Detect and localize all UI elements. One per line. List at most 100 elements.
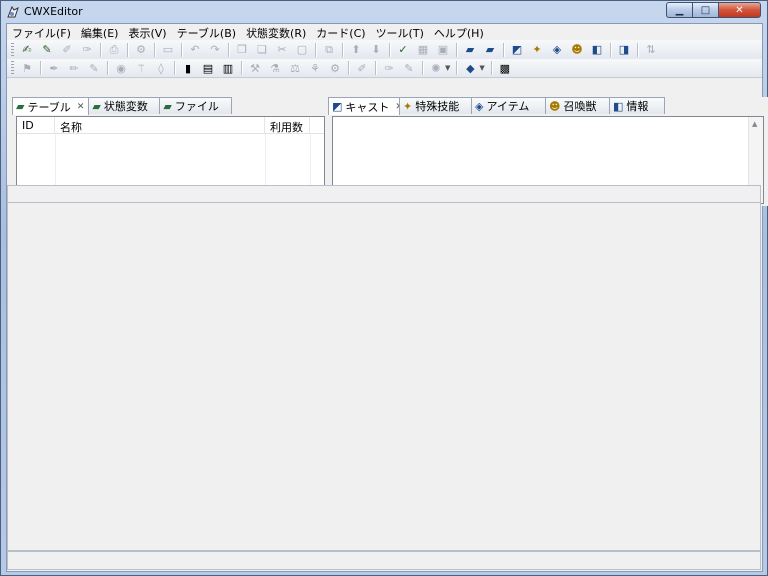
close-icon[interactable]: ✕	[77, 102, 85, 112]
tab-label: キャスト	[345, 100, 390, 114]
toolbar-separator	[228, 42, 229, 57]
feather-icon[interactable]: ✐	[354, 60, 370, 76]
menu-file[interactable]: ファイル(F)	[7, 24, 76, 40]
menu-view[interactable]: 表示(V)	[123, 24, 171, 40]
paste-icon[interactable]: ❏	[254, 42, 270, 58]
undo-icon[interactable]: ↶	[187, 42, 203, 58]
page-icon[interactable]: ▭	[160, 42, 176, 58]
edit-icon[interactable]: ✎	[401, 60, 417, 76]
wand-icon[interactable]: ⚚	[133, 60, 149, 76]
tool-a-icon[interactable]: ⚒	[247, 60, 263, 76]
maximize-button[interactable]: □	[692, 2, 718, 18]
menu-help[interactable]: ヘルプ(H)	[429, 24, 489, 40]
tool-e-icon[interactable]: ⚙	[327, 60, 343, 76]
column-id[interactable]: ID	[17, 117, 55, 134]
skill-icon: ✦	[403, 99, 413, 113]
tab-files[interactable]: ▰ ファイル	[159, 97, 233, 114]
book-alt-icon[interactable]: ▰	[482, 42, 498, 58]
settings-icon[interactable]: ⚙	[133, 42, 149, 58]
chevron-down-icon[interactable]: ▼	[445, 64, 450, 72]
menu-card[interactable]: カード(C)	[311, 24, 370, 40]
toolbar-grip[interactable]	[11, 42, 14, 57]
close-button[interactable]: ✕	[718, 2, 761, 18]
table-header: ID 名称 利用数	[17, 117, 324, 134]
open-scenario-icon[interactable]: ✎	[39, 42, 55, 58]
menu-table[interactable]: テーブル(B)	[172, 24, 241, 40]
tool-b-icon[interactable]: ⚗	[267, 60, 283, 76]
column-usage[interactable]: 利用数	[265, 117, 310, 134]
check-icon[interactable]: ✓	[395, 42, 411, 58]
move-up-icon[interactable]: ⬆	[348, 42, 364, 58]
tab-variables[interactable]: ▰ 状態変数	[88, 97, 161, 114]
skill-card-icon[interactable]: ✦	[529, 42, 545, 58]
redo-icon[interactable]: ↷	[207, 42, 223, 58]
tab-beasts[interactable]: ☻ 召喚獣	[545, 97, 610, 114]
menu-bar: ファイル(F) 編集(E) 表示(V) テーブル(B) 状態変数(R) カード(…	[7, 24, 762, 40]
pen-icon[interactable]: ✒	[46, 60, 62, 76]
toolbar-separator	[503, 42, 504, 57]
splitter-bar[interactable]	[7, 185, 761, 203]
marker-icon[interactable]: ✎	[86, 60, 102, 76]
tab-items[interactable]: ◈ アイテム	[471, 97, 546, 114]
status-bar	[7, 551, 761, 570]
tab-cast[interactable]: ◩ キャスト ✕	[328, 97, 403, 115]
tool-d-icon[interactable]: ⚘	[307, 60, 323, 76]
quill-icon[interactable]: ✑	[381, 60, 397, 76]
tool-c-icon[interactable]: ⚖	[287, 60, 303, 76]
scroll-up-icon[interactable]: ▲	[752, 120, 757, 128]
drop-icon[interactable]: ◉	[113, 60, 129, 76]
toolbar-separator	[100, 42, 101, 57]
tab-skills[interactable]: ✦ 特殊技能	[399, 97, 472, 114]
grid-icon[interactable]: ▦	[415, 42, 431, 58]
print-icon[interactable]: ⎙	[106, 42, 122, 58]
save-icon[interactable]: ✐	[59, 42, 75, 58]
eraser-icon[interactable]: ◊	[153, 60, 169, 76]
chevron-down-icon[interactable]: ▼	[479, 64, 484, 72]
arrange-icon[interactable]: ⇅	[643, 42, 659, 58]
battle-card-icon[interactable]: ◨	[616, 42, 632, 58]
layout-icon[interactable]: ▣	[435, 42, 451, 58]
cast-card-icon[interactable]: ◩	[509, 42, 525, 58]
pattern-icon[interactable]: ▩	[497, 60, 513, 76]
cast-icon: ◩	[332, 100, 343, 113]
cube-icon[interactable]: ◆	[462, 60, 478, 76]
toolbar-separator	[154, 42, 155, 57]
menu-edit[interactable]: 編集(E)	[76, 24, 124, 40]
toolbar-separator	[375, 61, 376, 75]
beast-icon: ☻	[549, 99, 561, 113]
tab-table[interactable]: ▰ テーブル ✕	[12, 97, 90, 115]
title-bar[interactable]: CWXEditor ▁ □ ✕	[1, 1, 767, 23]
cut-icon[interactable]: ✂	[274, 42, 290, 58]
tab-info[interactable]: ◧ 情報	[609, 97, 665, 114]
duplicate-icon[interactable]: ⧉	[321, 42, 337, 58]
copy-icon[interactable]: ❐	[234, 42, 250, 58]
variable-icon: ▰	[92, 99, 101, 113]
tab-label: 状態変数	[103, 100, 148, 113]
column-name[interactable]: 名称	[55, 117, 265, 134]
person-icon[interactable]: ▮	[180, 60, 196, 76]
table-icon: ▰	[16, 100, 25, 113]
info-card-icon[interactable]: ◧	[589, 42, 605, 58]
toolbar-separator	[342, 42, 343, 57]
toolbar-grip[interactable]	[11, 61, 14, 75]
effect-icon[interactable]: ✺	[428, 60, 444, 76]
beast-card-icon[interactable]: ☻	[569, 42, 585, 58]
view-list-icon[interactable]: ▥	[220, 60, 236, 76]
item-card-icon[interactable]: ◈	[549, 42, 565, 58]
brush-icon[interactable]: ✏	[66, 60, 82, 76]
save-as-icon[interactable]: ✑	[79, 42, 95, 58]
menu-tools[interactable]: ツール(T)	[371, 24, 429, 40]
move-down-icon[interactable]: ⬇	[368, 42, 384, 58]
new-scenario-icon[interactable]: ✍	[19, 42, 35, 58]
item-icon: ◈	[475, 99, 484, 113]
toolbar-separator	[127, 42, 128, 57]
view-grid-icon[interactable]: ▤	[200, 60, 216, 76]
delete-icon[interactable]: ▢	[294, 42, 310, 58]
minimize-button[interactable]: ▁	[666, 2, 692, 18]
flag-icon[interactable]: ⚑	[19, 60, 35, 76]
book-icon[interactable]: ▰	[462, 42, 478, 58]
toolbar-separator	[107, 61, 108, 75]
window-title: CWXEditor	[24, 5, 83, 18]
editor-area[interactable]	[7, 203, 761, 551]
menu-variables[interactable]: 状態変数(R)	[241, 24, 311, 40]
